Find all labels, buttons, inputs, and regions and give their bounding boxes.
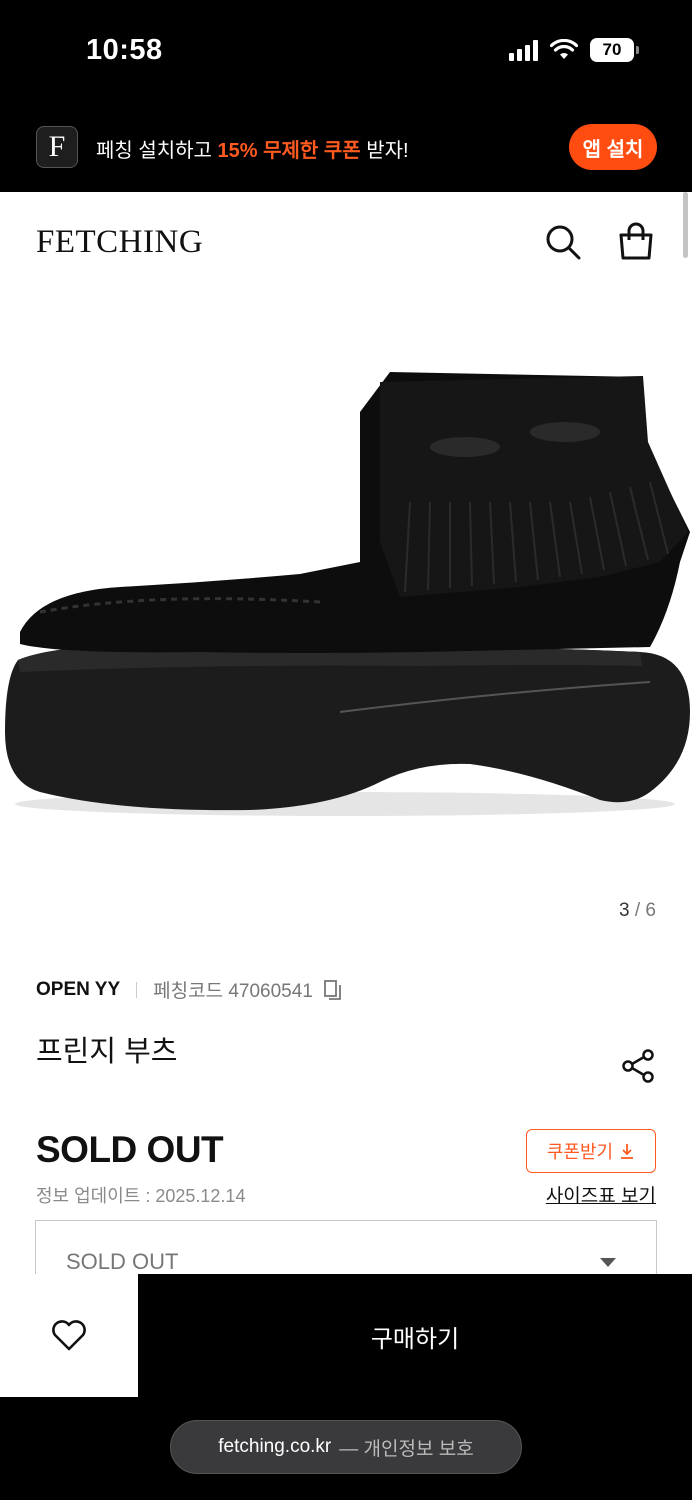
copy-icon[interactable] [323,979,343,1001]
product-image[interactable] [0,292,692,892]
site-logo[interactable]: FETCHING [36,224,203,261]
status-time: 10:58 [86,34,163,66]
image-index: 3 [619,900,630,921]
option-select-value: SOLD OUT [66,1249,179,1274]
site-header: FETCHING [0,192,692,292]
product-brand[interactable]: OPEN YY [36,979,120,1001]
size-chart-link[interactable]: 사이즈표 보기 [546,1181,656,1208]
bottom-action-bar: 구매하기 [0,1274,692,1398]
chevron-down-icon [600,1258,616,1267]
banner-message-highlight: 15% 무제한 쿠폰 [217,140,361,162]
option-select[interactable]: SOLD OUT [35,1220,657,1274]
product-title: 프린지 부츠 [36,1036,178,1068]
coupon-button[interactable]: 쿠폰받기 [526,1129,656,1173]
url-domain: fetching.co.kr [218,1436,332,1457]
status-icons: 70 [509,38,639,62]
heart-icon [52,1319,86,1350]
banner-message: 페칭 설치하고 15% 무제한 쿠폰 받자! [96,134,409,163]
app-logo: F [36,126,78,168]
url-pill[interactable]: fetching.co.kr — 개인정보 보호 [170,1420,522,1474]
product-code: 페칭코드 47060541 [153,981,313,1002]
url-privacy-label: — 개인정보 보호 [339,1438,474,1460]
image-counter: 3 / 6 [619,900,656,921]
share-icon[interactable] [620,1048,656,1084]
info-updated: 정보 업데이트 : 2025.12.14 [36,1186,246,1206]
product-page: FETCHING 3 / 6 OPEN YY 페칭코드 47060541 프린지… [0,192,692,1274]
download-icon [621,1144,634,1159]
banner-message-prefix: 페칭 설치하고 [96,140,218,162]
coupon-label: 쿠폰받기 [546,1142,614,1162]
wifi-icon [550,39,578,59]
product-meta: OPEN YY 페칭코드 47060541 [36,976,343,1003]
shopping-bag-icon[interactable] [616,222,656,262]
image-total: 6 [645,900,656,921]
meta-divider [136,981,138,998]
app-install-banner[interactable]: F 페칭 설치하고 15% 무제한 쿠폰 받자! 앱 설치 [0,102,692,192]
banner-message-suffix: 받자! [360,140,409,162]
browser-url-bar: fetching.co.kr — 개인정보 보호 [0,1398,692,1500]
wishlist-button[interactable] [0,1274,138,1397]
search-icon[interactable] [543,222,583,262]
app-install-button[interactable]: 앱 설치 [569,124,657,170]
cellular-signal-icon [509,39,538,61]
product-price: SOLD OUT [36,1129,224,1170]
battery-icon: 70 [590,38,639,62]
buy-button[interactable]: 구매하기 [138,1274,692,1398]
status-bar: 10:58 70 [0,0,692,102]
